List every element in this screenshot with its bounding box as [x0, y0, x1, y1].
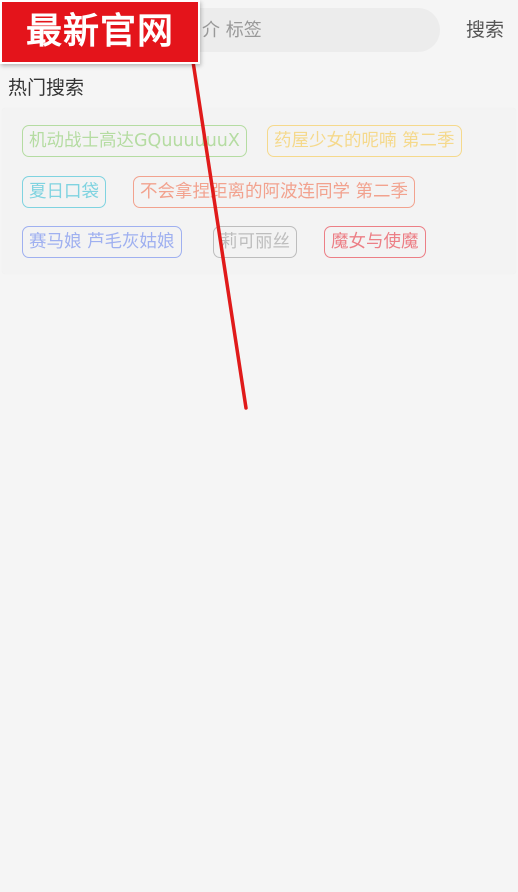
hot-tag-summer-pockets[interactable]: 夏日口袋 — [22, 176, 106, 208]
hot-tag-apothecary-diaries-s2[interactable]: 药屋少女的呢喃 第二季 — [267, 125, 462, 157]
hot-tag-aharen-san-s2[interactable]: 不会拿捏距离的阿波连同学 第二季 — [133, 176, 416, 208]
hot-search-title: 热门搜索 — [8, 77, 85, 99]
hot-tags-panel: 机动战士高达GQuuuuuuX 药屋少女的呢喃 第二季 夏日口袋 不会拿捏距离的… — [2, 108, 516, 274]
hot-tag-lycoris-recoil[interactable]: 莉可丽丝 — [213, 226, 297, 258]
hot-tag-umamusume-cinderella-gray[interactable]: 赛马娘 芦毛灰姑娘 — [22, 226, 182, 258]
hot-tag-witch-and-familiar[interactable]: 魔女与使魔 — [324, 226, 426, 258]
watermark-logo: 最新官网 — [0, 0, 200, 64]
search-button[interactable]: 搜索 — [466, 14, 504, 46]
hot-tag-gundam-gquuuuuux[interactable]: 机动战士高达GQuuuuuuX — [22, 125, 247, 157]
